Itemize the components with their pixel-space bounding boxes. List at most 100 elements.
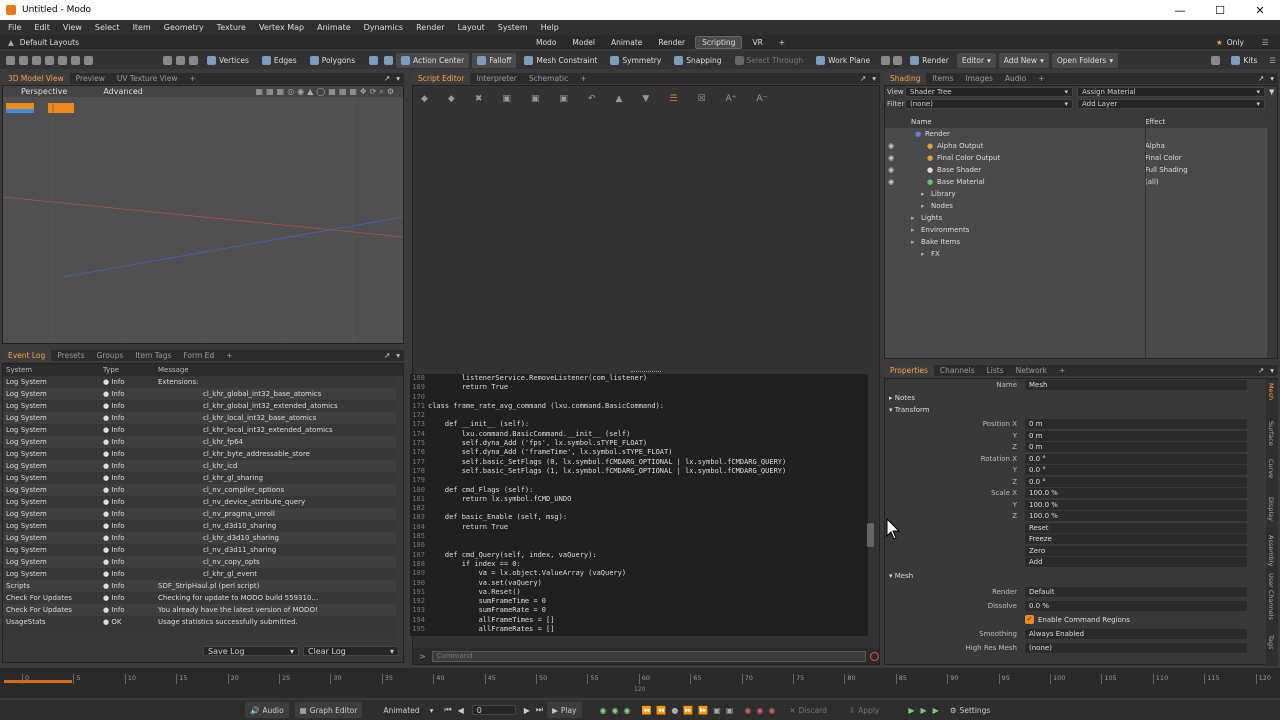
- font-decrease-icon[interactable]: A⁻: [756, 94, 767, 104]
- transform-section[interactable]: ▾ Transform: [885, 404, 1277, 416]
- layout-menu-icon[interactable]: ▲: [8, 38, 14, 47]
- menu-help[interactable]: Help: [541, 23, 559, 32]
- download-icon[interactable]: ▼: [642, 94, 649, 104]
- tab-uv-texture-view[interactable]: UV Texture View: [111, 73, 184, 84]
- 3d-viewport[interactable]: Perspective Advanced ▦▦▦◎◉▲◯▦▦▦✥⟳⌕⚙: [2, 85, 404, 344]
- save-script-icon[interactable]: ▣: [559, 94, 568, 104]
- panel-menu-icon[interactable]: ▾: [396, 74, 400, 83]
- viewport-icons[interactable]: ▦▦▦◎◉▲◯▦▦▦✥⟳⌕⚙: [256, 87, 397, 97]
- menu-item[interactable]: Item: [133, 23, 151, 32]
- tab-lists[interactable]: Lists: [981, 365, 1010, 376]
- polygons-button[interactable]: Polygons: [305, 53, 360, 68]
- mesh-section[interactable]: ▾ Mesh: [885, 570, 1277, 582]
- tab-network[interactable]: Network: [1010, 365, 1053, 376]
- tab-item-tags[interactable]: Item Tags: [129, 350, 177, 361]
- add-new-dropdown[interactable]: Add New ▾: [998, 52, 1049, 68]
- auto-select-icon[interactable]: [163, 55, 172, 65]
- visibility-eye-icon[interactable]: ◉: [885, 166, 897, 174]
- freeze-dropdown[interactable]: Freeze: [1025, 534, 1247, 545]
- select-mode-dropdown-icon[interactable]: [369, 55, 379, 65]
- tree-item[interactable]: ▸ Nodes: [885, 200, 1267, 212]
- tab-properties[interactable]: Properties: [884, 365, 934, 376]
- log-row[interactable]: Log System ● Info cl_khr_byte_addressable_…: [3, 448, 396, 460]
- panel-menu-icon[interactable]: ▾: [1270, 366, 1274, 375]
- assign-material-dropdown[interactable]: Assign Material ▾: [1077, 87, 1265, 97]
- mesh-constraint-button[interactable]: Mesh Constraint: [519, 53, 602, 68]
- side-tab[interactable]: Tags: [1266, 631, 1276, 669]
- new-script-icon[interactable]: ▣: [502, 94, 511, 104]
- menu-texture[interactable]: Texture: [217, 23, 246, 32]
- script-output-area[interactable]: [413, 112, 879, 372]
- command-input[interactable]: [431, 650, 867, 662]
- discard-button[interactable]: ✕ Discard: [784, 702, 832, 718]
- log-row[interactable]: Log System ● Info cl_khr_gl_sharing: [3, 472, 396, 484]
- clear-log-dropdown[interactable]: Clear Log ▾: [303, 646, 399, 656]
- mode-tab-modo[interactable]: Modo: [530, 37, 562, 48]
- save-log-dropdown[interactable]: Save Log ▾: [203, 646, 299, 656]
- tree-item[interactable]: ◉ ● Base Material (all): [885, 176, 1267, 188]
- undo-icon[interactable]: ↶: [588, 94, 596, 104]
- edges-button[interactable]: Edges: [257, 53, 302, 68]
- side-tab[interactable]: Curve: [1266, 455, 1276, 493]
- work-plane-button[interactable]: Work Plane: [811, 53, 875, 68]
- editor-dropdown[interactable]: Editor ▾: [956, 52, 996, 68]
- pivot-icon[interactable]: [384, 55, 394, 65]
- mode-tab-scripting[interactable]: Scripting: [695, 35, 743, 49]
- add-shading-tab[interactable]: +: [1032, 73, 1050, 84]
- toolbar-options-icon[interactable]: ☰: [1269, 56, 1276, 65]
- transform-tool-icon[interactable]: [58, 55, 67, 65]
- previous-key-icon[interactable]: ◀: [458, 706, 464, 715]
- list-icon[interactable]: ☰: [669, 94, 677, 104]
- expand-icon[interactable]: ↗: [1258, 74, 1264, 83]
- menu-layout[interactable]: Layout: [458, 23, 485, 32]
- maximize-icon[interactable]: ☐: [1200, 4, 1240, 17]
- tab-shading[interactable]: Shading: [884, 73, 927, 84]
- go-to-start-icon[interactable]: ⏮: [444, 705, 451, 715]
- menu-edit[interactable]: Edit: [34, 23, 50, 32]
- add-dropdown[interactable]: Add: [1025, 557, 1247, 568]
- log-row[interactable]: Log System ● Info cl_khr_fp64: [3, 436, 396, 448]
- vertices-button[interactable]: Vertices: [202, 53, 254, 68]
- tab-images[interactable]: Images: [959, 73, 998, 84]
- minimize-icon[interactable]: —: [1160, 4, 1200, 17]
- name-field[interactable]: Mesh: [1025, 379, 1247, 390]
- panel-menu-icon[interactable]: ▾: [872, 74, 876, 83]
- log-row[interactable]: UsageStats ● OK Usage statistics successfu…: [3, 616, 396, 628]
- rotate-tool-icon[interactable]: [32, 55, 41, 65]
- tree-item[interactable]: ● Render: [885, 128, 1267, 140]
- col-name[interactable]: Name: [911, 118, 1145, 126]
- tree-item[interactable]: ▸ Lights: [885, 212, 1267, 224]
- tree-item[interactable]: ◉ ● Final Color Output Final Color: [885, 152, 1267, 164]
- col-type[interactable]: Type: [103, 366, 158, 374]
- add-mode-button[interactable]: +: [773, 37, 791, 48]
- audio-button[interactable]: 🔊 Audio: [245, 702, 289, 718]
- tree-item[interactable]: ◉ ● Base Shader Full Shading: [885, 164, 1267, 176]
- tab-event-log[interactable]: Event Log: [2, 350, 52, 361]
- preview-icon[interactable]: [893, 55, 903, 65]
- mode-tab-vr[interactable]: VR: [746, 37, 768, 48]
- tab-schematic[interactable]: Schematic: [523, 73, 574, 84]
- current-frame-field[interactable]: 0: [471, 705, 516, 715]
- tab-3d-model-view[interactable]: 3D Model View: [2, 73, 70, 84]
- visibility-eye-icon[interactable]: ◉: [885, 142, 897, 150]
- graph-editor-button[interactable]: ▦ Graph Editor: [294, 702, 363, 718]
- tab-interpreter[interactable]: Interpreter: [470, 73, 523, 84]
- position-z-field[interactable]: 0 m: [1025, 442, 1247, 453]
- add-properties-tab[interactable]: +: [1053, 365, 1071, 376]
- log-row[interactable]: Log System ● Info Extensions:: [3, 376, 396, 388]
- tree-item[interactable]: ◉ ● Alpha Output Alpha: [885, 140, 1267, 152]
- menu-dynamics[interactable]: Dynamics: [364, 23, 403, 32]
- tab-preview[interactable]: Preview: [70, 73, 111, 84]
- perspective-dropdown[interactable]: Perspective: [21, 87, 67, 96]
- next-key-icon[interactable]: ▶: [524, 706, 530, 715]
- position-x-field[interactable]: 0 m: [1025, 419, 1247, 430]
- step-icon[interactable]: ◆: [448, 94, 455, 104]
- menu-vertex-map[interactable]: Vertex Map: [259, 23, 304, 32]
- zero-dropdown[interactable]: Zero: [1025, 545, 1247, 556]
- playhead-range[interactable]: [4, 680, 72, 683]
- settings-button[interactable]: ⚙ Settings: [945, 702, 996, 718]
- menu-select[interactable]: Select: [95, 23, 120, 32]
- filter-dropdown[interactable]: (none) ▾: [905, 99, 1073, 109]
- menu-render[interactable]: Render: [416, 23, 444, 32]
- panel-menu-icon[interactable]: ▾: [1270, 74, 1274, 83]
